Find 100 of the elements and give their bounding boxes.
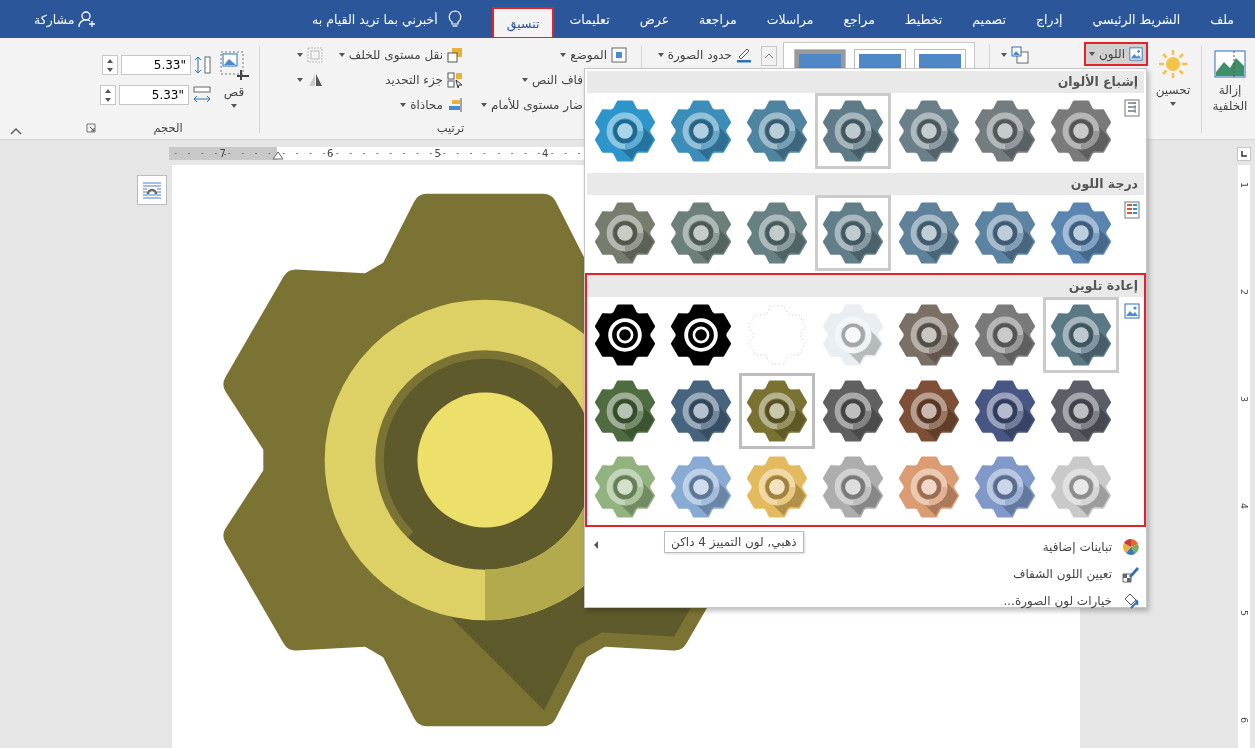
send-backward-button[interactable]: نقل مستوى للخلف xyxy=(326,42,466,67)
ribbon-tab[interactable]: مراجعة xyxy=(684,2,752,36)
sun-icon xyxy=(1157,48,1189,80)
gear-icon xyxy=(746,202,808,264)
caret-icon xyxy=(1001,52,1007,57)
group-label: الحجم xyxy=(153,121,183,135)
gear-icon xyxy=(898,380,960,442)
pen-checker-icon xyxy=(1122,564,1140,583)
crop-icon xyxy=(217,48,251,82)
gallery-scroll-up[interactable] xyxy=(761,46,777,66)
crop-button[interactable]: قص xyxy=(212,42,256,121)
ribbon-tab[interactable]: مراجع xyxy=(828,2,890,36)
caret-icon xyxy=(1089,52,1095,56)
align-button[interactable]: محاذاة xyxy=(326,92,466,117)
selection-pane-icon xyxy=(447,71,463,88)
group-icon xyxy=(307,46,323,63)
remove-background-button[interactable]: إزالة الخلفية xyxy=(1205,42,1255,139)
menu-item[interactable]: خيارات لون الصورة... xyxy=(997,587,1146,614)
gear-icon xyxy=(670,380,732,442)
pencil-icon xyxy=(736,46,752,63)
section-header: إشباع الألوان xyxy=(1057,74,1138,89)
spin-button[interactable] xyxy=(100,85,116,105)
indent-marker-icon[interactable] xyxy=(272,151,284,160)
gear-icon xyxy=(898,202,960,264)
color-option[interactable] xyxy=(815,195,891,271)
gear-icon xyxy=(670,100,732,162)
gear-icon xyxy=(746,100,808,162)
ribbon-tab[interactable]: تعليمات xyxy=(554,2,625,36)
dialog-launcher-icon[interactable] xyxy=(86,123,96,133)
ribbon-tab[interactable]: مراسلات xyxy=(751,2,829,36)
ribbon-tab[interactable]: الشريط الرئيسي xyxy=(1077,2,1196,36)
caret-icon xyxy=(657,52,664,57)
lightbulb-icon xyxy=(447,10,462,28)
ribbon-tab[interactable]: تنسيق xyxy=(491,7,555,39)
gear-icon xyxy=(822,100,884,162)
tell-me-field[interactable]: أخبرني بما تريد القيام به xyxy=(265,10,440,28)
ribbon-tab[interactable]: إدراج xyxy=(1020,2,1078,36)
layout-options-button[interactable] xyxy=(137,175,167,205)
gear-icon xyxy=(898,304,960,366)
gear-icon xyxy=(974,380,1036,442)
saturation-icon xyxy=(1123,99,1140,117)
gear-icon xyxy=(594,100,656,162)
caret-icon xyxy=(107,67,113,72)
gear-icon xyxy=(594,380,656,442)
position-icon xyxy=(611,46,627,63)
gear-icon xyxy=(1050,202,1112,264)
caret-icon xyxy=(231,103,237,108)
gear-icon xyxy=(594,456,656,518)
width-field[interactable]: 5.33" xyxy=(119,85,189,105)
ruler-number: 1 xyxy=(1238,182,1250,188)
gear-icon xyxy=(974,100,1036,162)
section-header: إعادة تلوين xyxy=(1068,278,1138,293)
caret-up-icon xyxy=(105,88,111,93)
collapse-ribbon-icon[interactable] xyxy=(10,127,22,135)
ribbon-tab[interactable]: تصميم xyxy=(957,2,1021,36)
corrections-button[interactable]: تحسين xyxy=(1148,42,1198,139)
text-wrap-icon xyxy=(142,181,162,199)
ruler-number: 3 xyxy=(1238,396,1250,402)
gear-icon xyxy=(822,456,884,518)
gear-icon xyxy=(974,304,1036,366)
caret-icon xyxy=(338,52,345,57)
bring-forward-button[interactable]: ضار مستوى للأمام xyxy=(466,92,586,117)
ribbon-tab[interactable]: تخطيط xyxy=(889,2,958,36)
gear-icon xyxy=(898,100,960,162)
caret-up-icon xyxy=(107,58,113,63)
ruler-number: 6 xyxy=(325,148,336,159)
gear-icon xyxy=(822,304,884,366)
caret-icon xyxy=(481,102,488,107)
height-icon xyxy=(194,55,212,75)
color-button[interactable]: اللون xyxy=(1084,42,1148,66)
caret-icon xyxy=(522,77,529,82)
ribbon-tab[interactable]: عرض xyxy=(624,2,685,36)
picture-border-button[interactable]: حدود الصورة xyxy=(654,42,755,67)
share-button[interactable]: مشاركة xyxy=(28,9,103,29)
position-button[interactable]: الموضع xyxy=(466,42,630,67)
picture-icon xyxy=(1123,303,1140,319)
caret-icon xyxy=(297,77,303,82)
gear-icon xyxy=(670,456,732,518)
gear-icon xyxy=(898,456,960,518)
color-option[interactable] xyxy=(739,373,815,449)
wrap-text-button[interactable]: فاف النص xyxy=(466,67,586,92)
gear-icon xyxy=(594,202,656,264)
align-icon xyxy=(447,96,463,113)
color-option[interactable] xyxy=(815,93,891,169)
tab-selector-button[interactable] xyxy=(1237,147,1251,161)
ruler-number: 4 xyxy=(540,148,551,159)
gear-icon xyxy=(670,304,732,366)
menu-item[interactable]: تعيين اللون الشفاف xyxy=(1007,560,1146,587)
gear-icon xyxy=(1050,456,1112,518)
spin-button[interactable] xyxy=(102,55,118,75)
ruler-number: 7 xyxy=(217,148,228,159)
height-field[interactable]: 5.33" xyxy=(121,55,191,75)
gear-icon xyxy=(1050,304,1112,366)
gear-icon xyxy=(974,456,1036,518)
gear-icon xyxy=(746,380,808,442)
ribbon-tab[interactable]: ملف xyxy=(1195,2,1249,36)
caret-icon xyxy=(400,102,407,107)
selection-pane-button[interactable]: جزء التحديد xyxy=(326,67,466,92)
caret-icon xyxy=(105,97,111,102)
color-option[interactable] xyxy=(1043,297,1119,373)
